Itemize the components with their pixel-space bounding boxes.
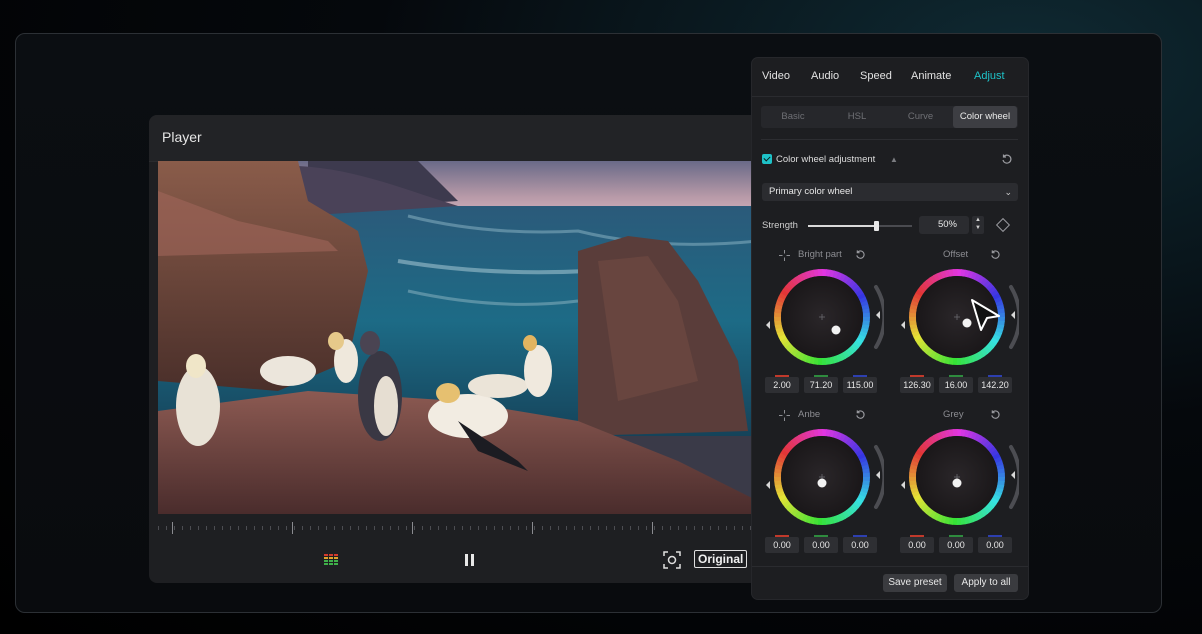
adjust-panel: Video Audio Speed Animate Adjust Basic H… <box>752 58 1028 599</box>
keyframe-icon[interactable] <box>995 217 1011 233</box>
strength-slider-fill <box>808 225 876 227</box>
reset-icon[interactable] <box>1001 153 1013 165</box>
tab-animate[interactable]: Animate <box>911 70 951 82</box>
wheel-reset-icon[interactable] <box>855 409 866 420</box>
wheel-value-input[interactable]: 115.00 <box>843 377 877 393</box>
audio-levels-icon[interactable] <box>323 552 339 568</box>
wheel-title: Offset <box>943 249 969 260</box>
snapshot-icon[interactable] <box>663 551 681 569</box>
wheel-value-input[interactable]: 142.20 <box>978 377 1012 393</box>
wheel-value-input[interactable]: 0.00 <box>765 537 799 553</box>
wheel-value-input[interactable]: 0.00 <box>939 537 973 553</box>
subtab-basic[interactable]: Basic <box>761 106 825 128</box>
tab-speed[interactable]: Speed <box>860 70 892 82</box>
wheel-value-input[interactable]: 71.20 <box>804 377 838 393</box>
wheel-value-input[interactable]: 2.00 <box>765 377 799 393</box>
wheel-reset-icon[interactable] <box>990 409 1001 420</box>
chevron-down-icon: ⌄ <box>1004 187 1012 197</box>
wheel-reset-icon[interactable] <box>990 249 1001 260</box>
subtab-hsl[interactable]: HSL <box>825 106 889 128</box>
player-title: Player <box>162 129 202 145</box>
apply-to-all-button[interactable]: Apply to all <box>954 574 1018 592</box>
tab-audio[interactable]: Audio <box>811 70 839 82</box>
divider <box>761 139 1018 140</box>
tab-adjust[interactable]: Adjust <box>974 70 1005 82</box>
panel-tabs: Video Audio Speed Animate Adjust <box>752 58 1028 97</box>
wheel-value-input[interactable]: 126.30 <box>900 377 934 393</box>
original-ratio-button[interactable]: Original <box>694 550 748 568</box>
subtab-curve[interactable]: Curve <box>889 106 952 128</box>
select-value: Primary color wheel <box>769 186 853 197</box>
wheel-title: Bright part <box>798 249 842 260</box>
ruler-major-tick <box>652 522 653 534</box>
color-wheel[interactable] <box>899 425 1022 535</box>
ruler-major-tick <box>412 522 413 534</box>
wheel-value-input[interactable]: 16.00 <box>939 377 973 393</box>
strength-stepper[interactable]: ▲ ▼ <box>972 216 984 234</box>
ruler-major-tick <box>292 522 293 534</box>
panel-footer: Save preset Apply to all <box>752 566 1028 599</box>
strength-slider[interactable] <box>808 221 912 231</box>
strength-slider-thumb[interactable] <box>873 221 879 231</box>
color-wheel-adjustment-checkbox[interactable] <box>762 154 772 164</box>
wheel-value-input[interactable]: 0.00 <box>900 537 934 553</box>
adjust-subtabs: Basic HSL Curve Color wheel <box>761 106 1018 128</box>
player-panel: Player Original <box>149 115 789 583</box>
wheel-title: Anbe <box>798 409 821 420</box>
wheel-reset-icon[interactable] <box>855 249 866 260</box>
color-wheel-adjustment-label: Color wheel adjustment <box>776 154 876 165</box>
wheel-title: Grey <box>943 409 964 420</box>
strength-label: Strength <box>762 220 798 231</box>
color-wheel[interactable] <box>764 265 887 375</box>
wheel-value-input[interactable]: 0.00 <box>804 537 838 553</box>
video-frame-image <box>158 161 758 514</box>
timeline-ruler[interactable] <box>158 520 758 534</box>
player-header: Player <box>149 115 789 162</box>
mouse-cursor-icon <box>971 299 1000 331</box>
ruler-major-tick <box>172 522 173 534</box>
subtab-color-wheel[interactable]: Color wheel <box>953 106 1017 128</box>
wheel-value-input[interactable]: 0.00 <box>843 537 877 553</box>
pause-icon[interactable] <box>463 552 477 568</box>
ruler-major-tick <box>532 522 533 534</box>
strength-value-input[interactable]: 50% <box>919 216 969 234</box>
picker-icon[interactable] <box>779 410 790 421</box>
color-wheel-type-select[interactable]: Primary color wheel ⌄ <box>762 183 1018 201</box>
color-wheel[interactable] <box>764 425 887 535</box>
video-preview[interactable] <box>158 161 758 514</box>
tab-video[interactable]: Video <box>762 70 790 82</box>
collapse-icon[interactable]: ▲ <box>890 155 898 164</box>
picker-icon[interactable] <box>779 250 790 261</box>
wheel-value-input[interactable]: 0.00 <box>978 537 1012 553</box>
save-preset-button[interactable]: Save preset <box>883 574 947 592</box>
